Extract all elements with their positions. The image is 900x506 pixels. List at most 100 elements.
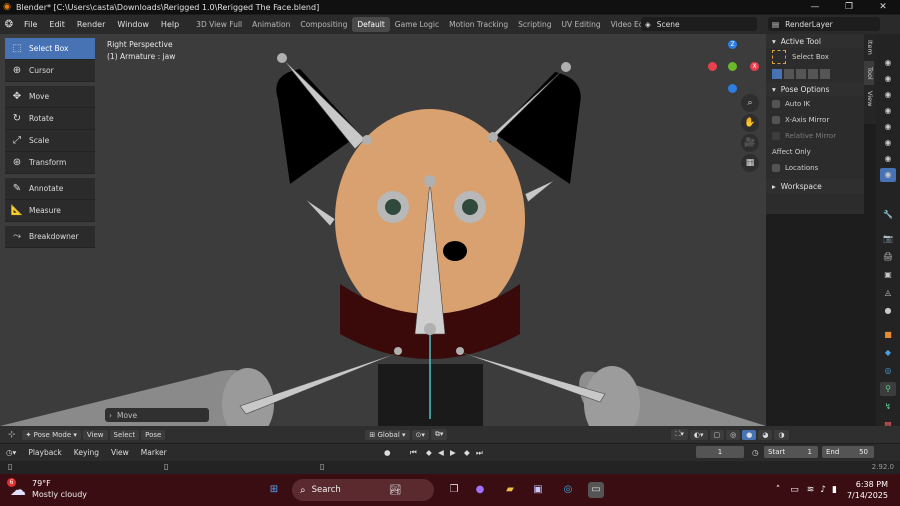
tool-scale[interactable]: ⤢ Scale [5, 130, 95, 152]
select-mode-intersect-icon[interactable] [820, 69, 830, 79]
shading-material[interactable]: ◕ [758, 429, 773, 440]
view-layer-icon[interactable]: ▣ [880, 268, 896, 282]
object-properties-icon[interactable]: ■ [880, 328, 896, 342]
shading-rendered[interactable]: ◑ [774, 429, 789, 440]
editor-type-icon[interactable]: ⊹ [8, 430, 16, 440]
tab-view[interactable]: View [864, 85, 874, 112]
select-menu[interactable]: Select [109, 429, 140, 440]
active-tool-header[interactable]: ▾ Active Tool [766, 34, 864, 48]
tab-motion-tracking[interactable]: Motion Tracking [444, 17, 513, 32]
menu-edit[interactable]: Edit [43, 20, 71, 29]
locations-checkbox[interactable]: Locations [766, 160, 864, 176]
pose-menu[interactable]: Pose [141, 429, 166, 440]
tab-scripting[interactable]: Scripting [513, 17, 556, 32]
menu-help[interactable]: Help [155, 20, 185, 29]
clock[interactable]: 6:38 PM 7/14/2025 [847, 479, 888, 501]
wifi-icon[interactable]: ≋ [807, 485, 815, 495]
tab-item[interactable]: Item [864, 34, 874, 61]
navigation-gizmo[interactable]: Z X [700, 38, 760, 94]
tool-measure[interactable]: 📐 Measure [5, 200, 95, 222]
eye-icon[interactable]: ◉ [880, 104, 896, 118]
bone-joint-right-shoulder[interactable] [456, 347, 464, 355]
grid-icon[interactable]: ▦ [741, 154, 759, 172]
blender-menu-icon[interactable]: ❂ [0, 19, 18, 30]
gizmo-x-axis[interactable]: X [750, 62, 759, 71]
end-frame-field[interactable]: End 50 [822, 446, 874, 458]
eye-icon[interactable]: ◉ [880, 168, 896, 182]
start-frame-field[interactable]: Start 1 [764, 446, 818, 458]
bone-left-cheek[interactable] [304, 198, 336, 227]
task-view-icon[interactable]: ❐ [446, 482, 462, 498]
tool-transform[interactable]: ⊛ Transform [5, 152, 95, 174]
timeline-view-menu[interactable]: View [105, 448, 135, 457]
select-mode-invert-icon[interactable] [808, 69, 818, 79]
bone-joint-head[interactable] [424, 175, 436, 187]
bone-properties-icon[interactable]: ↯ [880, 400, 896, 414]
chevron-up-icon[interactable]: ˄ [776, 485, 781, 495]
bone-joint-right-ear[interactable] [561, 62, 571, 72]
mode-dropdown[interactable]: ✦ Pose Mode ▾ [21, 429, 81, 440]
auto-ik-checkbox[interactable]: Auto IK [766, 96, 864, 112]
eye-icon[interactable]: ◉ [880, 152, 896, 166]
select-mode-extend-icon[interactable] [784, 69, 794, 79]
tab-animation[interactable]: Animation [247, 17, 295, 32]
physics-properties-icon[interactable]: ◎ [880, 364, 896, 378]
pivot-dropdown[interactable]: ⊙▾ [411, 429, 429, 440]
world-properties-icon[interactable]: ● [880, 304, 896, 318]
terminal-icon[interactable]: ▭ [588, 482, 604, 498]
edge-icon[interactable]: ◎ [560, 482, 576, 498]
scene-properties-icon[interactable]: ◬ [880, 286, 896, 300]
eye-icon[interactable]: ◉ [880, 72, 896, 86]
view-menu[interactable]: View [82, 429, 108, 440]
eye-icon[interactable]: ◉ [880, 88, 896, 102]
close-button[interactable]: ✕ [866, 0, 900, 14]
scene-selector[interactable]: ◈ Scene [641, 17, 757, 31]
gizmo-neg-z-axis[interactable] [728, 84, 737, 93]
bone-joint-left-ear[interactable] [277, 53, 287, 63]
tab-3d-view-full[interactable]: 3D View Full [191, 17, 247, 32]
eye-icon[interactable]: ◉ [880, 56, 896, 70]
workspace-header[interactable]: ▸ Workspace [766, 179, 864, 193]
shading-solid[interactable]: ● [742, 429, 757, 440]
select-mode-subtract-icon[interactable] [796, 69, 806, 79]
windows-start-icon[interactable]: ⊞ [266, 482, 282, 498]
shading-wireframe[interactable]: ◎ [726, 429, 741, 440]
pan-hand-icon[interactable]: ✋ [741, 114, 759, 132]
tool-cursor[interactable]: ⊕ Cursor [5, 60, 95, 82]
xray-toggle[interactable]: ▢ [709, 429, 725, 440]
gizmo-neg-x-axis[interactable] [708, 62, 717, 71]
tool-breakdowner[interactable]: ⤳ Breakdowner [5, 226, 95, 248]
eye-icon[interactable]: ◉ [880, 120, 896, 134]
render-layer-selector[interactable]: ▤ RenderLayer [768, 17, 880, 31]
menu-file[interactable]: File [18, 20, 43, 29]
tab-uv-editing[interactable]: UV Editing [557, 17, 606, 32]
bone-joint-right-ear-base[interactable] [488, 132, 498, 142]
tab-game-logic[interactable]: Game Logic [390, 17, 444, 32]
overlay-toggle[interactable]: ◐▾ [689, 429, 708, 440]
render-properties-icon[interactable]: 📷 [880, 232, 896, 246]
tool-annotate[interactable]: ✎ Annotate [5, 178, 95, 200]
modifier-properties-icon[interactable]: ◆ [880, 346, 896, 360]
tool-move[interactable]: ✥ Move [5, 86, 95, 108]
tab-tool[interactable]: Tool [864, 60, 874, 86]
snap-dropdown[interactable]: ⧉▾ [430, 429, 448, 440]
menu-render[interactable]: Render [71, 20, 111, 29]
armature-data-icon[interactable]: ⚲ [880, 382, 896, 396]
playback-menu[interactable]: Playback [22, 448, 67, 457]
current-frame-field[interactable]: 1 [696, 446, 744, 458]
bone-joint-jaw[interactable] [424, 323, 436, 335]
tool-properties-icon[interactable]: 🔧 [880, 208, 896, 222]
gizmo-toggle[interactable]: ⛶▾ [671, 429, 688, 440]
tool-select-box[interactable]: ⬚ Select Box [5, 38, 95, 60]
pose-options-header[interactable]: ▾ Pose Options [766, 82, 864, 96]
maximize-button[interactable]: ❐ [832, 0, 866, 14]
relative-mirror-checkbox[interactable]: Relative Mirror [766, 128, 864, 144]
display-icon[interactable]: ▭ [790, 485, 799, 495]
last-operator-panel[interactable]: › Move [105, 408, 209, 422]
weather-widget[interactable]: ☁ 6 79°F Mostly cloudy [7, 477, 87, 500]
bone-right-cheek[interactable] [524, 179, 556, 203]
battery-icon[interactable]: ▮ [832, 485, 837, 495]
store-icon[interactable]: ▣ [530, 482, 546, 498]
3d-viewport[interactable]: Right Perspective (1) Armature : jaw ⬚ S… [0, 34, 766, 426]
file-explorer-icon[interactable]: ▰ [502, 482, 518, 498]
